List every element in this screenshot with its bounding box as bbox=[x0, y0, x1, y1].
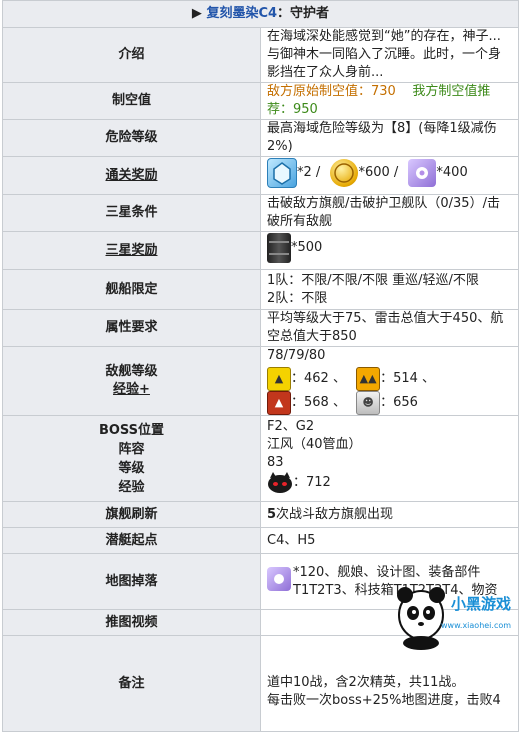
flag-label: 旗舰刷新 bbox=[2, 501, 261, 528]
enemy-level-label: 敌舰等级 bbox=[105, 364, 158, 379]
attr-label: 属性要求 bbox=[2, 309, 261, 347]
video-label: 推图视频 bbox=[2, 609, 261, 636]
flag-count: 5 bbox=[267, 506, 277, 522]
star-text: 击破敌方旗舰/击破护卫舰队（0/35）/击破所有敌舰 bbox=[260, 194, 519, 232]
coin-icon bbox=[330, 159, 359, 187]
watermark-brand: 小黑游戏 bbox=[451, 595, 512, 613]
elite-fleet-exp: ：656 bbox=[380, 395, 418, 410]
boss-position: F2、G2 bbox=[267, 418, 315, 434]
large-fleet-exp: ：568 、 bbox=[291, 395, 346, 410]
drop-label: 地图掉落 bbox=[2, 553, 261, 610]
reward-omamori-count: *400 bbox=[436, 165, 468, 180]
boss-level-label: 等级 bbox=[118, 460, 145, 476]
cube-icon bbox=[267, 158, 297, 188]
danger-text: 最高海域危险等级为【8】(每降1级减伤2%) bbox=[260, 119, 519, 157]
enemy-exp-plus[interactable]: + bbox=[139, 382, 150, 397]
header-marker: ▶ bbox=[191, 6, 202, 21]
boss-level: 83 bbox=[267, 454, 284, 470]
limit-fleet-1: 1队：不限/不限/不限 重巡/轻巡/不限 bbox=[267, 272, 479, 288]
omamori-icon bbox=[408, 159, 437, 187]
reward-coin-count: *600 / bbox=[358, 165, 399, 180]
flag-text: 次战斗敌方旗舰出现 bbox=[276, 506, 394, 522]
stage-link[interactable]: 复刻墨染C4 bbox=[206, 6, 277, 21]
star-label: 三星条件 bbox=[2, 194, 261, 232]
medium-fleet-exp: ：514 、 bbox=[380, 371, 436, 386]
attr-text: 平均等级大于75、雷击总值大于450、航空总值大于850 bbox=[260, 309, 519, 347]
boss-icon bbox=[267, 471, 293, 494]
star-reward-count: *500 bbox=[291, 239, 323, 255]
table-header: ▶ 复刻墨染C4：守护者 bbox=[2, 0, 519, 28]
sub-label: 潜艇起点 bbox=[2, 527, 261, 554]
boss-pos-label: BOSS位置 bbox=[98, 422, 165, 438]
limit-fleet-2: 2队：不限 bbox=[267, 290, 328, 306]
large-fleet-icon: ▲ bbox=[267, 391, 291, 415]
medium-fleet-icon: ▲▲ bbox=[356, 367, 381, 391]
danger-label: 危险等级 bbox=[2, 119, 261, 157]
intro-text: 在海域深处能感觉到“她”的存在，神子...与御神木一同陷入了沉睡。此时，一个身影… bbox=[260, 27, 519, 83]
boss-exp: ：712 bbox=[293, 474, 331, 490]
note-line-1: 道中10战，含2次精英，共11战。 bbox=[267, 674, 465, 690]
limit-label: 舰船限定 bbox=[2, 269, 261, 310]
oil-barrel-icon bbox=[267, 232, 291, 263]
note-line-2: 每击败一次boss+25%地图进度，击败4 bbox=[267, 692, 501, 708]
enemy-levels: 78/79/80 bbox=[267, 348, 326, 363]
star-reward-label[interactable]: 三星奖励 bbox=[105, 243, 157, 258]
drop-omamori-icon bbox=[267, 566, 291, 591]
enemy-exp-label[interactable]: 经验 bbox=[113, 382, 139, 397]
elite-fleet-icon: ☻ bbox=[356, 391, 381, 415]
small-fleet-exp: ：462 、 bbox=[291, 371, 346, 386]
enemy-air-value: 敌方原始制空值：730 bbox=[267, 84, 396, 99]
small-fleet-icon: ▲ bbox=[267, 367, 291, 391]
sub-text: C4、H5 bbox=[260, 527, 519, 554]
boss-exp-label: 经验 bbox=[118, 479, 145, 495]
reward-cube-count: *2 / bbox=[297, 165, 321, 180]
boss-fleet-label: 阵容 bbox=[118, 441, 145, 457]
intro-label: 介绍 bbox=[2, 27, 261, 83]
air-label: 制空值 bbox=[2, 82, 261, 120]
reward-items: *2 / *600 / *400 bbox=[260, 156, 519, 195]
watermark-logo: 小黑游戏 www.xiaohei.com bbox=[391, 575, 521, 650]
air-values: 敌方原始制空值：730 我方制空值推荐：950 bbox=[260, 82, 519, 120]
reward-label[interactable]: 通关奖励 bbox=[105, 168, 157, 183]
boss-fleet: 江风（40管血） bbox=[267, 436, 362, 452]
watermark-url: www.xiaohei.com bbox=[441, 621, 512, 630]
header-title: ：守护者 bbox=[277, 6, 330, 21]
